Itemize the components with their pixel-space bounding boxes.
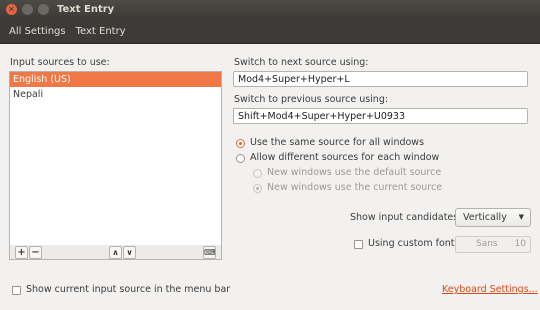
same-source-label: Use the same source for all windows [250, 137, 425, 148]
breadcrumb: All Settings Text Entry [0, 19, 540, 44]
move-up-button[interactable]: ∧ [109, 246, 122, 259]
keyboard-layout-button[interactable]: ⌨ [203, 246, 216, 259]
menu-bar-checkbox[interactable] [12, 286, 21, 295]
remove-source-button[interactable]: − [29, 246, 42, 259]
new-current-label: New windows use the current source [267, 182, 443, 193]
input-sources-toolbar: + − ∧ ∨ ⌨ [9, 245, 222, 260]
prev-source-shortcut-field[interactable]: Shift+Mod4+Super+Hyper+U0933 [233, 108, 528, 124]
new-current-radio[interactable] [253, 184, 262, 193]
next-source-label: Switch to next source using: [234, 57, 369, 68]
close-window-button[interactable]: ✕ [6, 4, 17, 15]
input-sources-list: English (US) Nepali [9, 71, 222, 247]
keyboard-settings-link[interactable]: Keyboard Settings... [442, 284, 538, 295]
menu-bar-label: Show current input source in the menu ba… [26, 284, 231, 295]
same-source-radio[interactable] [236, 139, 245, 148]
candidates-dropdown[interactable]: Vertically ▼ [455, 208, 531, 227]
window-title: Text Entry [57, 4, 115, 15]
prev-source-label: Switch to previous source using: [234, 94, 389, 105]
keyboard-icon: ⌨ [204, 248, 216, 257]
add-source-button[interactable]: + [15, 246, 28, 259]
maximize-window-button[interactable] [38, 4, 49, 15]
custom-font-checkbox[interactable] [354, 240, 363, 249]
new-default-radio[interactable] [253, 169, 262, 178]
font-size: 10 [514, 239, 526, 249]
list-item-english-us[interactable]: English (US) [10, 72, 221, 87]
candidates-label: Show input candidates: [350, 212, 462, 223]
candidates-value: Vertically [463, 212, 507, 223]
new-default-label: New windows use the default source [267, 167, 442, 178]
minimize-window-button[interactable] [22, 4, 33, 15]
next-source-shortcut-field[interactable]: Mod4+Super+Hyper+L [233, 71, 528, 87]
chevron-down-icon: ▼ [518, 213, 524, 221]
font-chooser-button[interactable]: Sans 10 [455, 236, 531, 253]
input-sources-label: Input sources to use: [10, 57, 110, 68]
move-down-button[interactable]: ∨ [123, 246, 136, 259]
list-item-nepali[interactable]: Nepali [10, 87, 221, 102]
font-name: Sans [476, 239, 498, 249]
different-sources-label: Allow different sources for each window [250, 152, 440, 163]
title-bar: ✕ Text Entry [0, 0, 540, 19]
custom-font-label: Using custom font: [368, 238, 458, 249]
different-sources-radio[interactable] [236, 154, 245, 163]
breadcrumb-text-entry[interactable]: Text Entry [72, 23, 130, 40]
breadcrumb-all-settings[interactable]: All Settings [5, 23, 70, 40]
